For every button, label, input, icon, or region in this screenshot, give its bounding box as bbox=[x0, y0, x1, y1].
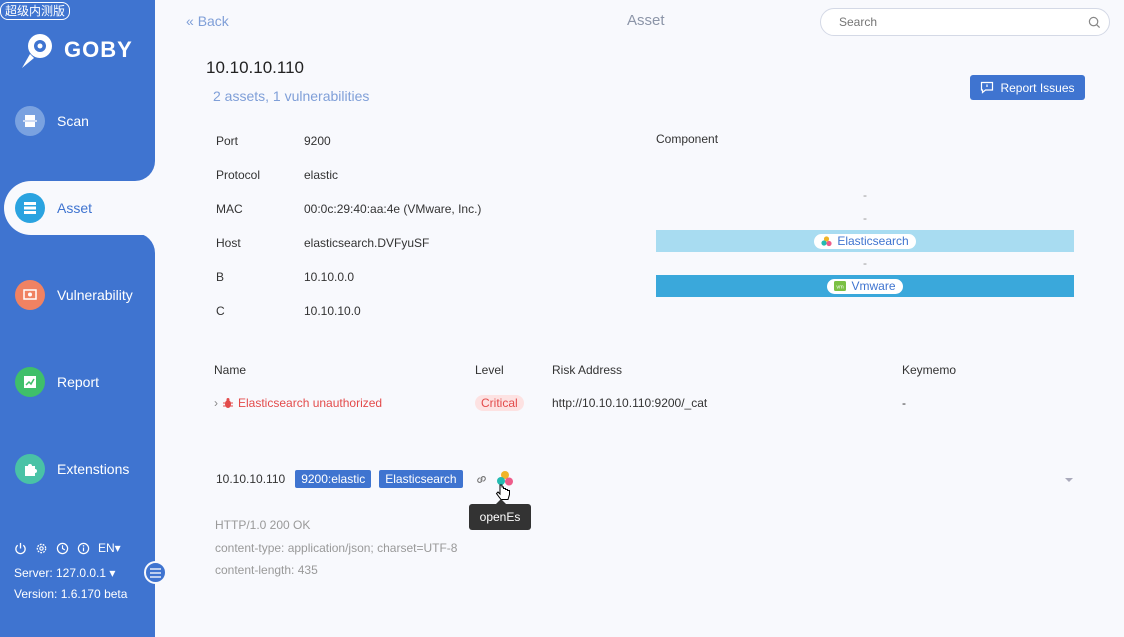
info-value: 10.10.10.0 bbox=[304, 304, 361, 318]
server-select[interactable]: Server: 127.0.0.1 ▾ bbox=[14, 566, 115, 580]
vuln-name-link[interactable]: Elasticsearch unauthorized bbox=[238, 396, 382, 410]
info-key: Port bbox=[216, 134, 239, 148]
port-protocol-tag: 9200:elastic bbox=[295, 470, 372, 488]
severity-badge: Critical bbox=[475, 395, 524, 411]
report-issues-button[interactable]: Report Issues bbox=[970, 75, 1085, 100]
http-line: content-type: application/json; charset=… bbox=[215, 541, 458, 555]
report-issues-label: Report Issues bbox=[1000, 80, 1075, 95]
component-empty: - bbox=[863, 256, 867, 270]
keymemo-value: - bbox=[902, 396, 906, 410]
severity-label: Critical bbox=[475, 395, 524, 411]
nav-label: Scan bbox=[57, 113, 89, 129]
info-key: MAC bbox=[216, 202, 243, 216]
asset-ip-title: 10.10.10.110 bbox=[206, 58, 304, 77]
info-value: elastic bbox=[304, 168, 339, 182]
info-key: Host bbox=[216, 236, 241, 250]
component-bar-elasticsearch[interactable]: Elasticsearch bbox=[656, 230, 1074, 252]
sidebar-notch bbox=[135, 233, 155, 254]
component-bar-vmware[interactable]: vm Vmware bbox=[656, 275, 1074, 297]
vuln-row[interactable]: › Elasticsearch unauthorized bbox=[214, 396, 382, 410]
logo-text: GOBY bbox=[64, 37, 133, 62]
logo: GOBY bbox=[18, 30, 133, 70]
info-row-protocol: Protocol elastic bbox=[216, 168, 616, 188]
info-value: elasticsearch.DVFyuSF bbox=[304, 236, 430, 250]
sidebar: 超级内测版 GOBY Scan Asset Vulnerability Repo… bbox=[0, 0, 155, 637]
nav-item-scan[interactable]: Scan bbox=[0, 94, 155, 148]
chat-icon bbox=[981, 81, 994, 94]
vmware-icon: vm bbox=[834, 281, 847, 291]
puzzle-icon bbox=[15, 454, 45, 484]
nav-label: Extenstions bbox=[57, 461, 130, 477]
asset-summary: 2 assets, 1 vulnerabilities bbox=[213, 88, 370, 104]
nav-label: Vulnerability bbox=[57, 287, 133, 303]
port-detail-header: 10.10.10.110 9200:elastic Elasticsearch bbox=[216, 470, 514, 488]
link-icon[interactable] bbox=[475, 473, 488, 486]
nav-item-asset[interactable]: Asset bbox=[4, 181, 155, 235]
component-empty: - bbox=[863, 211, 867, 225]
component-title: Component bbox=[656, 132, 719, 146]
search-icon[interactable] bbox=[1088, 16, 1101, 29]
clock-icon[interactable] bbox=[56, 542, 69, 555]
elasticsearch-icon bbox=[821, 235, 832, 246]
server-label: Server: 127.0.0.1 bbox=[14, 566, 107, 580]
bug-icon bbox=[223, 398, 233, 408]
sidebar-tools: EN ▾ bbox=[14, 541, 121, 555]
asset-icon bbox=[15, 193, 45, 223]
info-value: 10.10.0.0 bbox=[304, 270, 355, 284]
nav-item-vulnerability[interactable]: Vulnerability bbox=[0, 268, 155, 322]
info-key: B bbox=[216, 270, 225, 284]
vulnerability-icon bbox=[15, 280, 45, 310]
language-select[interactable]: EN ▾ bbox=[98, 541, 121, 555]
component-empty: - bbox=[863, 188, 867, 202]
info-key: C bbox=[216, 304, 225, 318]
double-chevron-left-icon: « bbox=[186, 13, 194, 29]
component-pill: Elasticsearch bbox=[814, 233, 916, 249]
info-row-b: B 10.10.0.0 bbox=[216, 270, 616, 290]
col-header-name: Name bbox=[214, 363, 247, 377]
col-header-keymemo: Keymemo bbox=[902, 363, 957, 377]
goby-logo-icon bbox=[22, 34, 52, 68]
nav-item-report[interactable]: Report bbox=[0, 355, 155, 409]
info-row-c: C 10.10.10.0 bbox=[216, 304, 616, 324]
col-header-level: Level bbox=[475, 363, 504, 377]
report-icon bbox=[15, 367, 45, 397]
component-pill: vm Vmware bbox=[827, 278, 903, 294]
info-row-host: Host elasticsearch.DVFyuSF bbox=[216, 236, 616, 256]
menu-icon bbox=[150, 567, 161, 578]
info-key: Protocol bbox=[216, 168, 261, 182]
info-row-port: Port 9200 bbox=[216, 134, 616, 154]
sidebar-notch bbox=[135, 160, 155, 181]
version-label: Version: 1.6.170 beta bbox=[14, 587, 128, 601]
component-name: Elasticsearch bbox=[837, 233, 909, 248]
svg-text:vm: vm bbox=[837, 284, 845, 290]
chevron-right-icon[interactable]: › bbox=[214, 396, 218, 410]
nav-label: Report bbox=[57, 374, 100, 390]
nav-label: Asset bbox=[57, 200, 93, 216]
port-ip: 10.10.10.110 bbox=[216, 472, 286, 486]
chevron-down-icon[interactable] bbox=[1064, 477, 1074, 484]
language-label: EN bbox=[98, 541, 115, 555]
info-value: 00:0c:29:40:aa:4e (VMware, Inc.) bbox=[304, 202, 482, 216]
gear-icon[interactable] bbox=[35, 542, 48, 555]
beta-badge: 超级内测版 bbox=[0, 2, 71, 20]
component-name: Vmware bbox=[851, 278, 896, 293]
page-title: Asset bbox=[627, 12, 665, 29]
nav-item-extensions[interactable]: Extenstions bbox=[0, 442, 155, 496]
back-label: Back bbox=[197, 13, 229, 29]
power-icon[interactable] bbox=[14, 542, 27, 555]
component-tag: Elasticsearch bbox=[379, 470, 463, 488]
scan-icon bbox=[15, 106, 45, 136]
tooltip-open-es: openEs bbox=[469, 499, 531, 530]
http-line: content-length: 435 bbox=[215, 563, 318, 577]
http-line: HTTP/1.0 200 OK bbox=[215, 518, 311, 532]
info-value: 9200 bbox=[304, 134, 331, 148]
collapse-sidebar-button[interactable] bbox=[144, 561, 167, 584]
info-icon[interactable] bbox=[77, 542, 90, 555]
search-input[interactable] bbox=[839, 9, 1079, 35]
col-header-risk: Risk Address bbox=[552, 363, 623, 377]
info-row-mac: MAC 00:0c:29:40:aa:4e (VMware, Inc.) bbox=[216, 202, 616, 222]
risk-address: http://10.10.10.110:9200/_cat bbox=[552, 396, 708, 410]
back-link[interactable]: « Back bbox=[186, 13, 229, 29]
search-box bbox=[820, 8, 1110, 36]
